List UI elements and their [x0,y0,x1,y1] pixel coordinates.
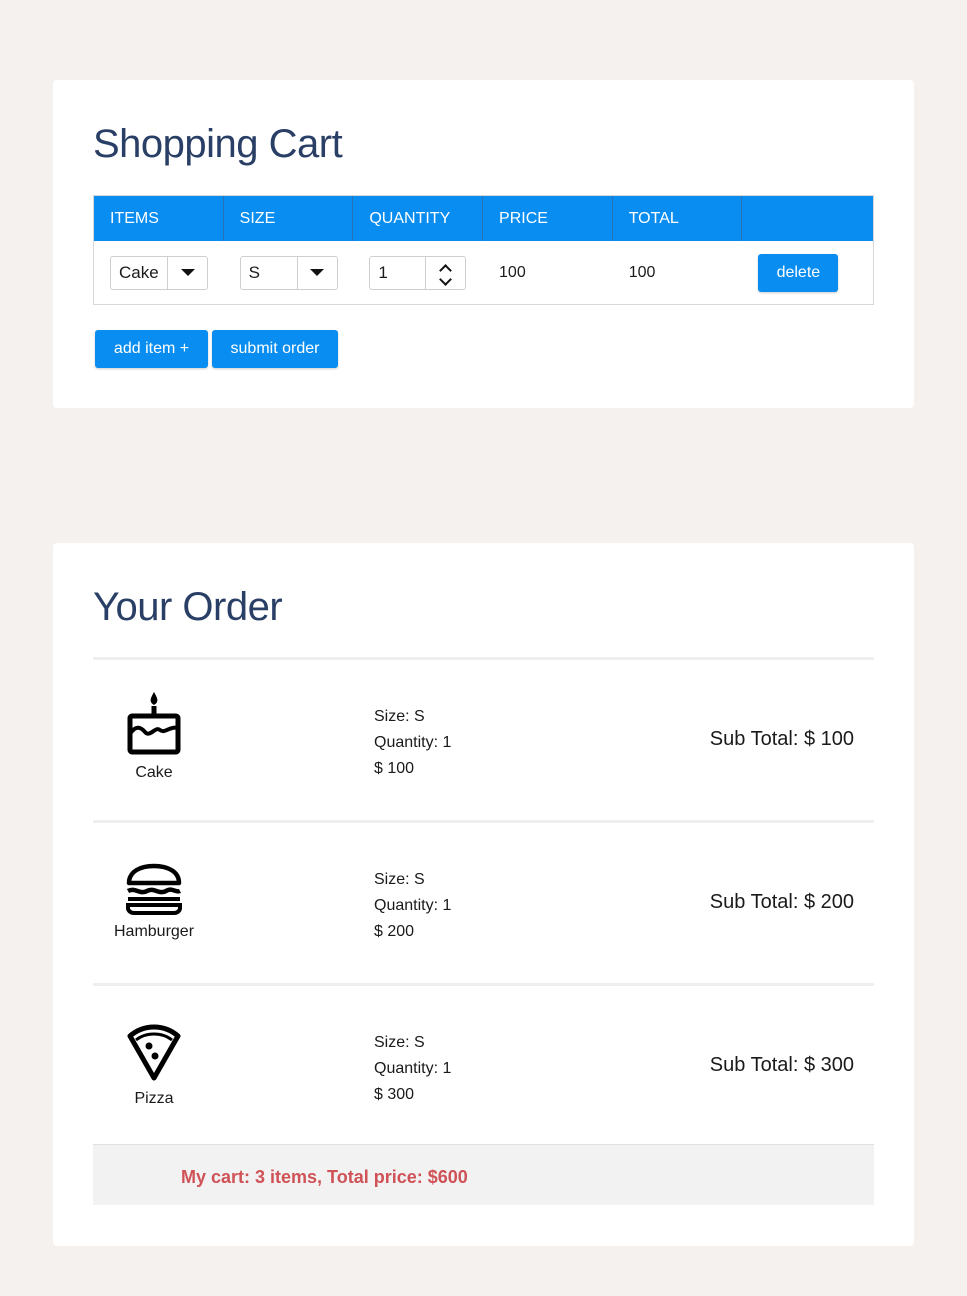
order-item-details: Size: S Quantity: 1 $ 300 [374,1030,451,1108]
cell-price: 100 [499,263,526,281]
cart-actions: add item + submit order [95,330,338,368]
item-select-value: Cake [119,262,159,282]
size-select-value: S [248,262,261,282]
order-item-name: Hamburger [113,923,195,940]
order-title: Your Order [93,585,283,629]
quantity-stepper-arrows[interactable] [425,256,465,289]
submit-order-button[interactable]: submit order [212,330,338,368]
order-item-price: $ 200 [374,923,415,940]
cell-size: S [224,241,354,304]
order-item-name: Cake [135,764,173,781]
cart-title: Shopping Cart [93,122,343,166]
list-item: Hamburger Size: S Quantity: 1 $ 200 Sub … [93,820,874,983]
order-summary: My cart: 3 items, Total price: $600 [93,1144,874,1205]
item-select[interactable]: Cake [110,255,208,290]
cart-table-header: ITEMS SIZE QUANTITY PRICE TOTAL [94,196,873,241]
cell-actions: delete [742,241,873,304]
quantity-value[interactable]: 1 [370,257,425,289]
order-item-icon-wrap: Cake [93,690,215,782]
order-item-details: Size: S Quantity: 1 $ 100 [374,704,451,782]
item-select-arrow[interactable] [167,256,207,289]
order-item-size: Size: S [374,871,425,888]
order-list: Cake Size: S Quantity: 1 $ 100 Sub Total… [93,657,874,1146]
size-select[interactable]: S [239,255,338,290]
order-item-price: $ 100 [374,760,415,777]
order-item-quantity: Quantity: 1 [374,897,452,914]
add-item-button[interactable]: add item + [95,330,208,368]
size-select-arrow[interactable] [296,256,337,289]
list-item: Cake Size: S Quantity: 1 $ 100 Sub Total… [93,657,874,820]
cell-item: Cake [94,241,224,304]
order-item-details: Size: S Quantity: 1 $ 200 [374,867,451,945]
delete-button[interactable]: delete [758,253,839,292]
order-item-subtotal: Sub Total: $ 200 [709,891,854,913]
cart-table: ITEMS SIZE QUANTITY PRICE TOTAL Cake S 1… [93,195,874,305]
order-item-subtotal: Sub Total: $ 300 [709,1054,854,1076]
list-item: Pizza Size: S Quantity: 1 $ 300 Sub Tota… [93,983,874,1146]
chevron-down-icon[interactable] [439,272,453,286]
column-header-actions [742,196,873,241]
order-item-icon-wrap: Pizza [93,1022,215,1108]
hamburger-icon [126,863,182,915]
caret-down-icon [310,269,325,276]
cell-quantity: 1 [353,241,483,304]
quantity-stepper[interactable]: 1 [369,255,467,290]
cell-total: 100 [628,263,656,281]
your-order-card: Your Order Cake Size: S Quantity: 1 $ 10… [53,543,914,1246]
caret-down-icon [180,269,195,276]
order-item-icon-wrap: Hamburger [93,863,215,941]
order-item-subtotal: Sub Total: $ 100 [709,728,854,750]
table-row: Cake S 1 100 100 delete [94,241,873,304]
order-item-name: Pizza [134,1090,174,1107]
column-header-items: ITEMS [94,196,224,241]
order-item-price: $ 300 [374,1086,415,1103]
column-header-total: TOTAL [613,196,743,241]
column-header-price: PRICE [483,196,613,241]
order-item-quantity: Quantity: 1 [374,1060,452,1077]
order-item-size: Size: S [374,1034,425,1051]
pizza-icon [127,1024,181,1081]
order-item-size: Size: S [374,708,425,725]
shopping-cart-card: Shopping Cart ITEMS SIZE QUANTITY PRICE … [53,80,914,408]
cake-icon [127,692,181,755]
order-item-quantity: Quantity: 1 [374,734,452,751]
order-summary-text: My cart: 3 items, Total price: $600 [181,1167,468,1187]
column-header-quantity: QUANTITY [353,196,484,241]
column-header-size: SIZE [224,196,354,241]
